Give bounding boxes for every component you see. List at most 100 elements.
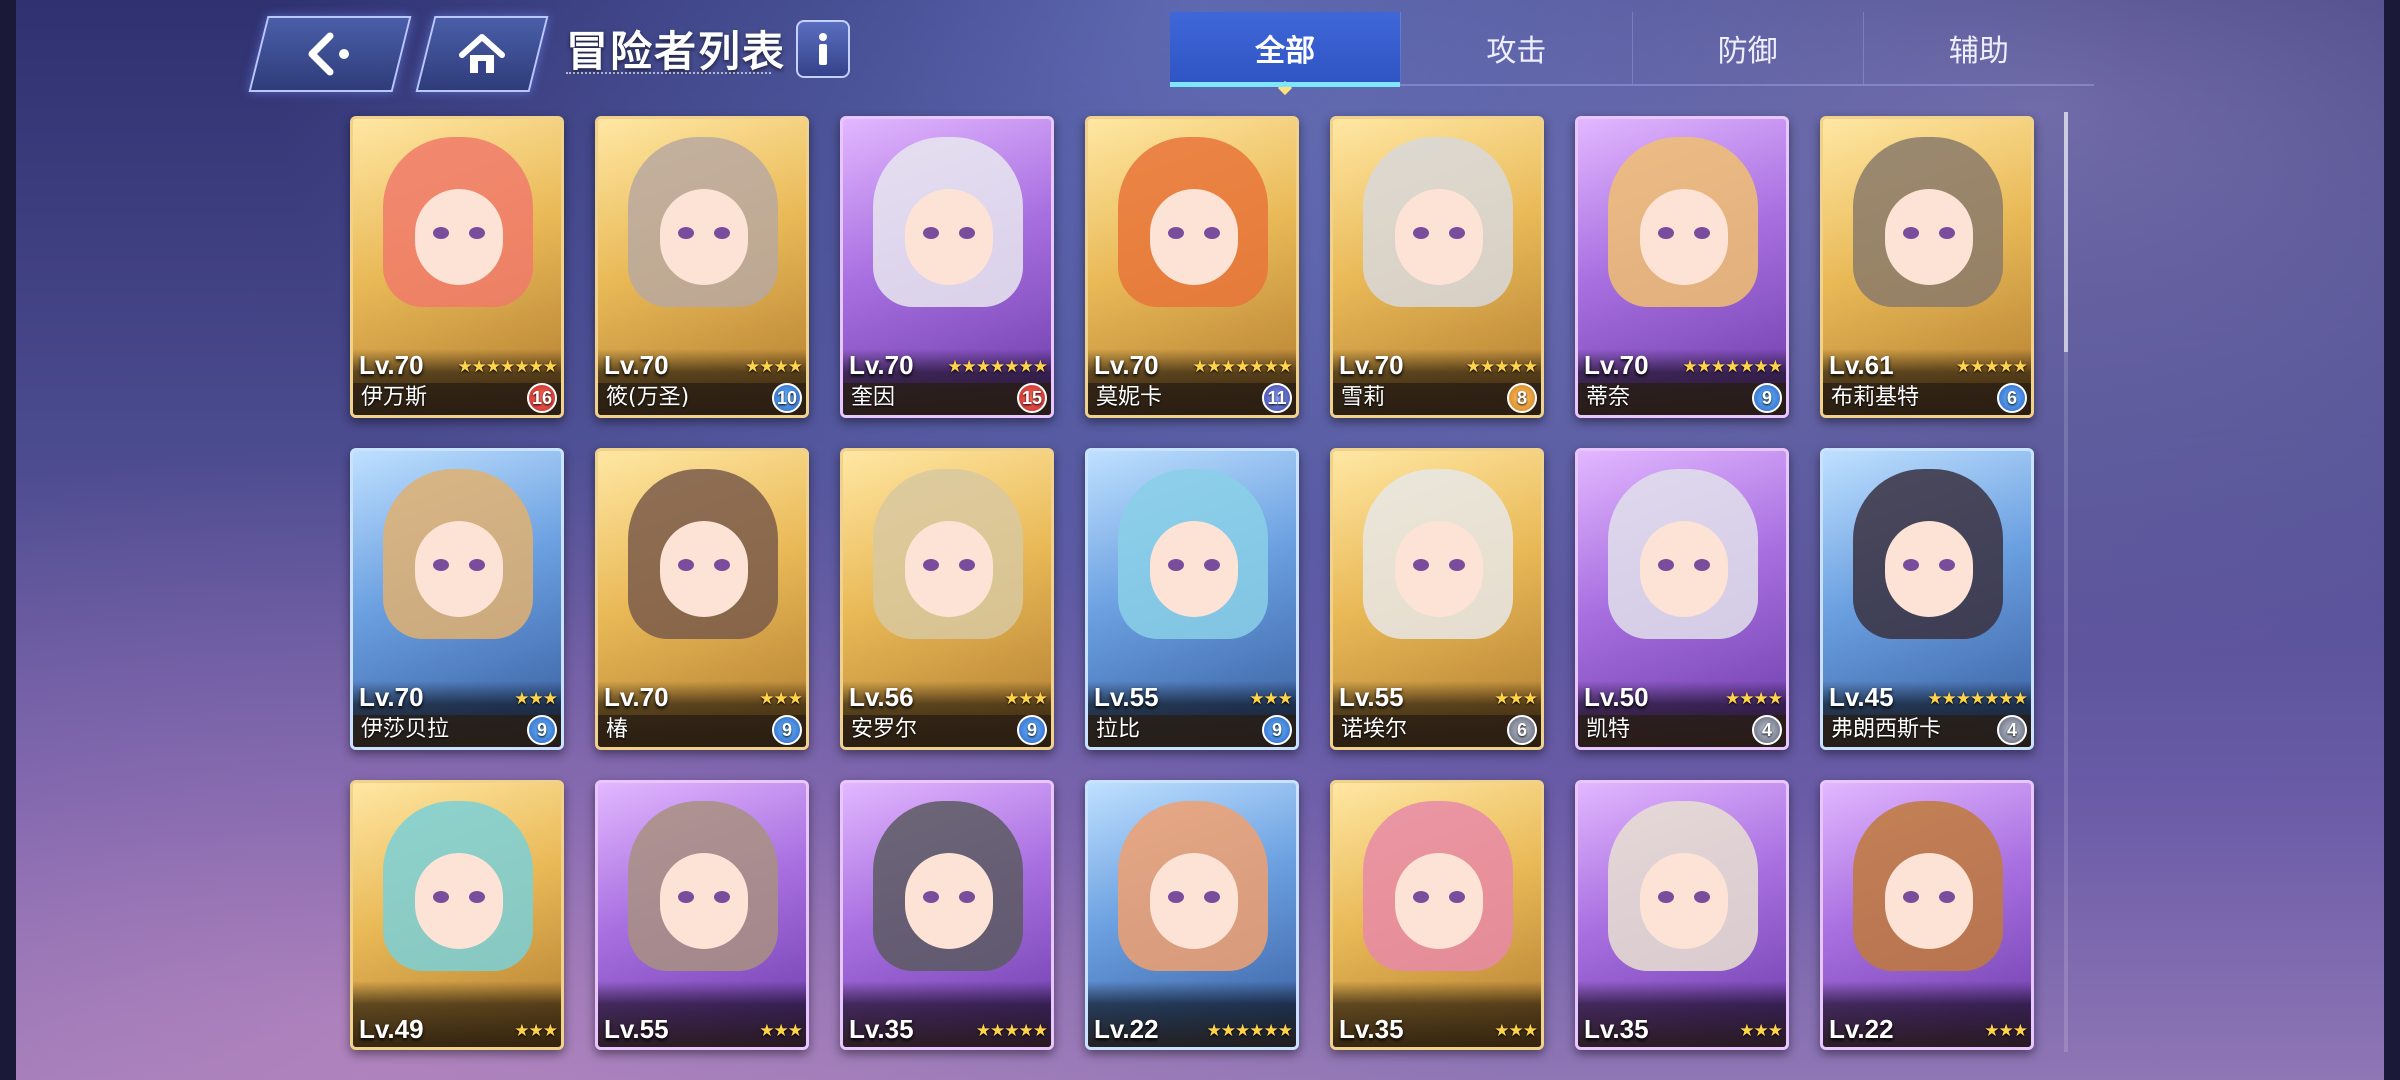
character-name: 筱(万圣)	[606, 385, 690, 410]
page-title: 冒险者列表	[566, 27, 787, 76]
rank-badge: 9	[1752, 383, 1782, 413]
adventurer-card[interactable]: Lv.70 ★★★★★★★ 奎因 15	[840, 116, 1054, 418]
star-rating: ★★★★★	[1955, 357, 2028, 377]
star-rating: ★★★	[1494, 1021, 1538, 1041]
star-rating: ★★★★★★	[1206, 1021, 1293, 1041]
star-rating: ★★★★★	[975, 1021, 1048, 1041]
scroll-thumb[interactable]	[2064, 112, 2068, 352]
adventurer-card[interactable]: Lv.22 ★★★★★★	[1085, 780, 1299, 1050]
character-name: 弗朗西斯卡	[1831, 717, 1942, 742]
star-rating: ★★★	[759, 689, 803, 709]
character-name: 伊莎贝拉	[361, 717, 450, 742]
level-label: Lv.35	[1584, 1014, 1649, 1044]
left-edge	[0, 0, 16, 1080]
star-rating: ★★★★	[1725, 689, 1783, 709]
adventurer-card[interactable]: Lv.70 ★★★★★★★ 伊万斯 16	[350, 116, 564, 418]
level-label: Lv.35	[1339, 1014, 1404, 1044]
adventurer-card[interactable]: Lv.35 ★★★	[1575, 780, 1789, 1050]
level-label: Lv.45	[1829, 682, 1894, 712]
info-button[interactable]	[796, 20, 850, 78]
character-name: 布莉基特	[1831, 385, 1920, 410]
adventurer-card[interactable]: Lv.55 ★★★ 诺埃尔 6	[1330, 448, 1544, 750]
scrollbar[interactable]	[2064, 112, 2068, 1052]
tab-label: 全部	[1255, 34, 1316, 69]
rank-badge: 6	[1507, 715, 1537, 745]
active-tab-indicator	[1278, 80, 1293, 96]
adventurer-card[interactable]: Lv.45 ★★★★★★★ 弗朗西斯卡 4	[1820, 448, 2034, 750]
adventurer-card[interactable]: Lv.49 ★★★	[350, 780, 564, 1050]
star-rating: ★★★	[514, 1021, 558, 1041]
tab-all[interactable]: 全部	[1170, 12, 1402, 96]
right-edge	[2384, 0, 2400, 1080]
adventurer-card[interactable]: Lv.70 ★★★★★★★ 蒂奈 9	[1575, 116, 1789, 418]
adventurer-card[interactable]: Lv.56 ★★★ 安罗尔 9	[840, 448, 1054, 750]
character-name: 诺埃尔	[1341, 717, 1408, 742]
star-rating: ★★★	[1494, 689, 1538, 709]
rank-badge: 10	[772, 383, 802, 413]
adventurer-card[interactable]: Lv.70 ★★★★ 筱(万圣) 10	[595, 116, 809, 418]
character-name: 莫妮卡	[1096, 385, 1163, 410]
adventurer-card[interactable]: Lv.70 ★★★ 伊莎贝拉 9	[350, 448, 564, 750]
adventurer-card[interactable]: Lv.70 ★★★★★★★ 莫妮卡 11	[1085, 116, 1299, 418]
adventurer-card[interactable]: Lv.55 ★★★ 拉比 9	[1085, 448, 1299, 750]
level-label: Lv.35	[849, 1014, 914, 1044]
adventurer-card[interactable]: Lv.70 ★★★★★ 雪莉 8	[1330, 116, 1544, 418]
home-button[interactable]	[415, 16, 549, 92]
tab-attack[interactable]: 攻击	[1401, 12, 1633, 84]
info-icon	[819, 33, 827, 65]
star-rating: ★★★	[1984, 1021, 2028, 1041]
tab-support[interactable]: 辅助	[1864, 12, 2094, 84]
level-label: Lv.55	[1094, 682, 1159, 712]
adventurer-card[interactable]: Lv.70 ★★★ 椿 9	[595, 448, 809, 750]
tab-defense[interactable]: 防御	[1633, 12, 1864, 84]
character-name: 雪莉	[1341, 385, 1386, 410]
level-label: Lv.70	[604, 350, 669, 380]
adventurer-card[interactable]: Lv.50 ★★★★ 凯特 4	[1575, 448, 1789, 750]
level-label: Lv.49	[359, 1014, 424, 1044]
adventurer-card[interactable]: Lv.35 ★★★	[1330, 780, 1544, 1050]
rank-badge: 9	[1262, 715, 1292, 745]
level-label: Lv.70	[359, 350, 424, 380]
rank-badge: 8	[1507, 383, 1537, 413]
star-rating: ★★★	[759, 1021, 803, 1041]
rank-badge: 4	[1997, 715, 2027, 745]
adventurer-card[interactable]: Lv.35 ★★★★★	[840, 780, 1054, 1050]
rank-badge: 9	[1017, 715, 1047, 745]
level-label: Lv.22	[1829, 1014, 1894, 1044]
level-label: Lv.61	[1829, 350, 1894, 380]
star-rating: ★★★	[1739, 1021, 1783, 1041]
character-name: 蒂奈	[1586, 385, 1631, 410]
category-tabs: 全部 攻击 防御 辅助	[1170, 12, 2094, 96]
level-label: Lv.70	[604, 682, 669, 712]
character-name: 安罗尔	[851, 717, 918, 742]
star-rating: ★★★★	[745, 357, 803, 377]
rank-badge: 15	[1017, 383, 1047, 413]
character-name: 凯特	[1586, 717, 1631, 742]
level-label: Lv.56	[849, 682, 914, 712]
character-name: 椿	[606, 717, 629, 742]
level-label: Lv.70	[1094, 350, 1159, 380]
rank-badge: 11	[1262, 383, 1292, 413]
rank-badge: 9	[527, 715, 557, 745]
adventurer-card[interactable]: Lv.61 ★★★★★ 布莉基特 6	[1820, 116, 2034, 418]
back-arrow-icon	[260, 18, 400, 90]
rank-badge: 16	[527, 383, 557, 413]
adventurer-card[interactable]: Lv.22 ★★★	[1820, 780, 2034, 1050]
level-label: Lv.70	[1339, 350, 1404, 380]
level-label: Lv.70	[1584, 350, 1649, 380]
star-rating: ★★★★★★★	[1192, 357, 1293, 377]
tab-label: 防御	[1717, 34, 1778, 69]
character-name: 伊万斯	[361, 385, 428, 410]
level-label: Lv.70	[359, 682, 424, 712]
home-icon	[427, 18, 537, 90]
tab-label: 攻击	[1486, 34, 1547, 69]
star-rating: ★★★★★★★	[1927, 689, 2028, 709]
rank-badge: 6	[1997, 383, 2027, 413]
level-label: Lv.22	[1094, 1014, 1159, 1044]
adventurer-card[interactable]: Lv.55 ★★★	[595, 780, 809, 1050]
character-name: 拉比	[1096, 717, 1141, 742]
tab-label: 辅助	[1948, 34, 2009, 69]
level-label: Lv.50	[1584, 682, 1649, 712]
star-rating: ★★★★★★★	[947, 357, 1048, 377]
back-button[interactable]	[248, 16, 412, 92]
